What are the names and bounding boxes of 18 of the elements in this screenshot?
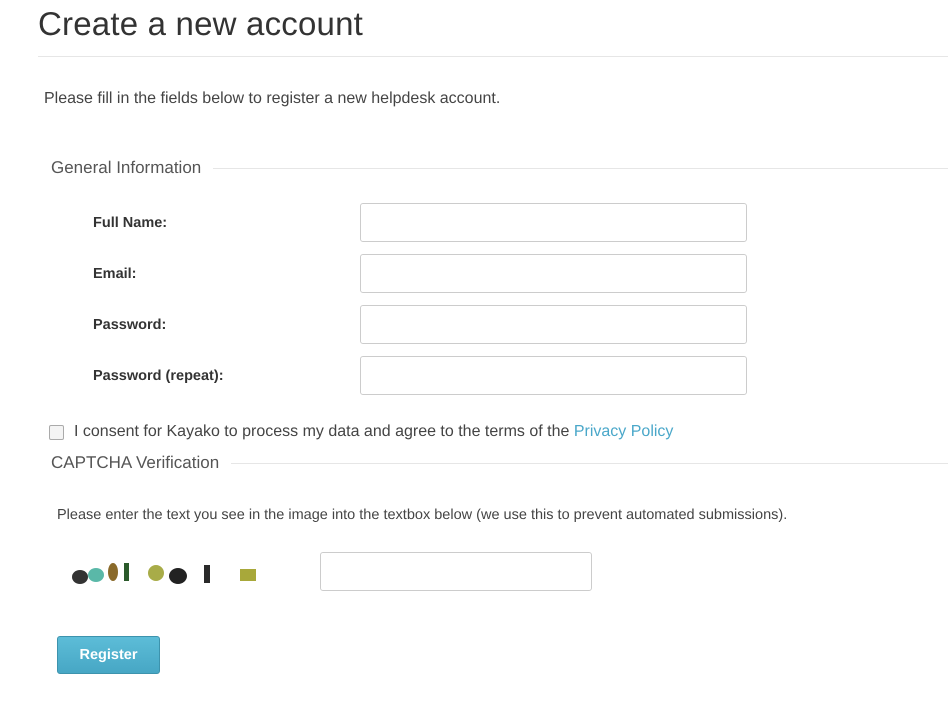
- field-label: Email:: [92, 266, 138, 282]
- privacy-policy-link[interactable]: Privacy Policy: [574, 423, 674, 440]
- field-label: Password (repeat):: [92, 368, 225, 384]
- intro-text: Please fill in the fields below to register a new helpdesk account.: [44, 90, 502, 109]
- field-label: Password:: [92, 316, 168, 332]
- register-button[interactable]: Register: [57, 636, 160, 674]
- input-field[interactable]: [360, 254, 747, 293]
- section-legend: CAPTCHA Verification: [38, 453, 220, 473]
- section-legend: General Information: [38, 158, 202, 178]
- page-title: Create a new account: [38, 0, 948, 57]
- consent-checkbox[interactable]: [49, 424, 64, 440]
- captcha-field[interactable]: [320, 552, 592, 590]
- input-field[interactable]: [360, 356, 747, 395]
- consent-text: I consent for Kayako to process my data and agree to the terms of the Privacy Policy: [74, 423, 674, 441]
- input-field[interactable]: [360, 305, 747, 344]
- field-label: Full Name:: [92, 214, 168, 230]
- input-field[interactable]: [360, 203, 747, 242]
- captcha-help-text: Please enter the text you see in the image into the textbox below (we use this to prevent automated submissions).: [57, 507, 788, 523]
